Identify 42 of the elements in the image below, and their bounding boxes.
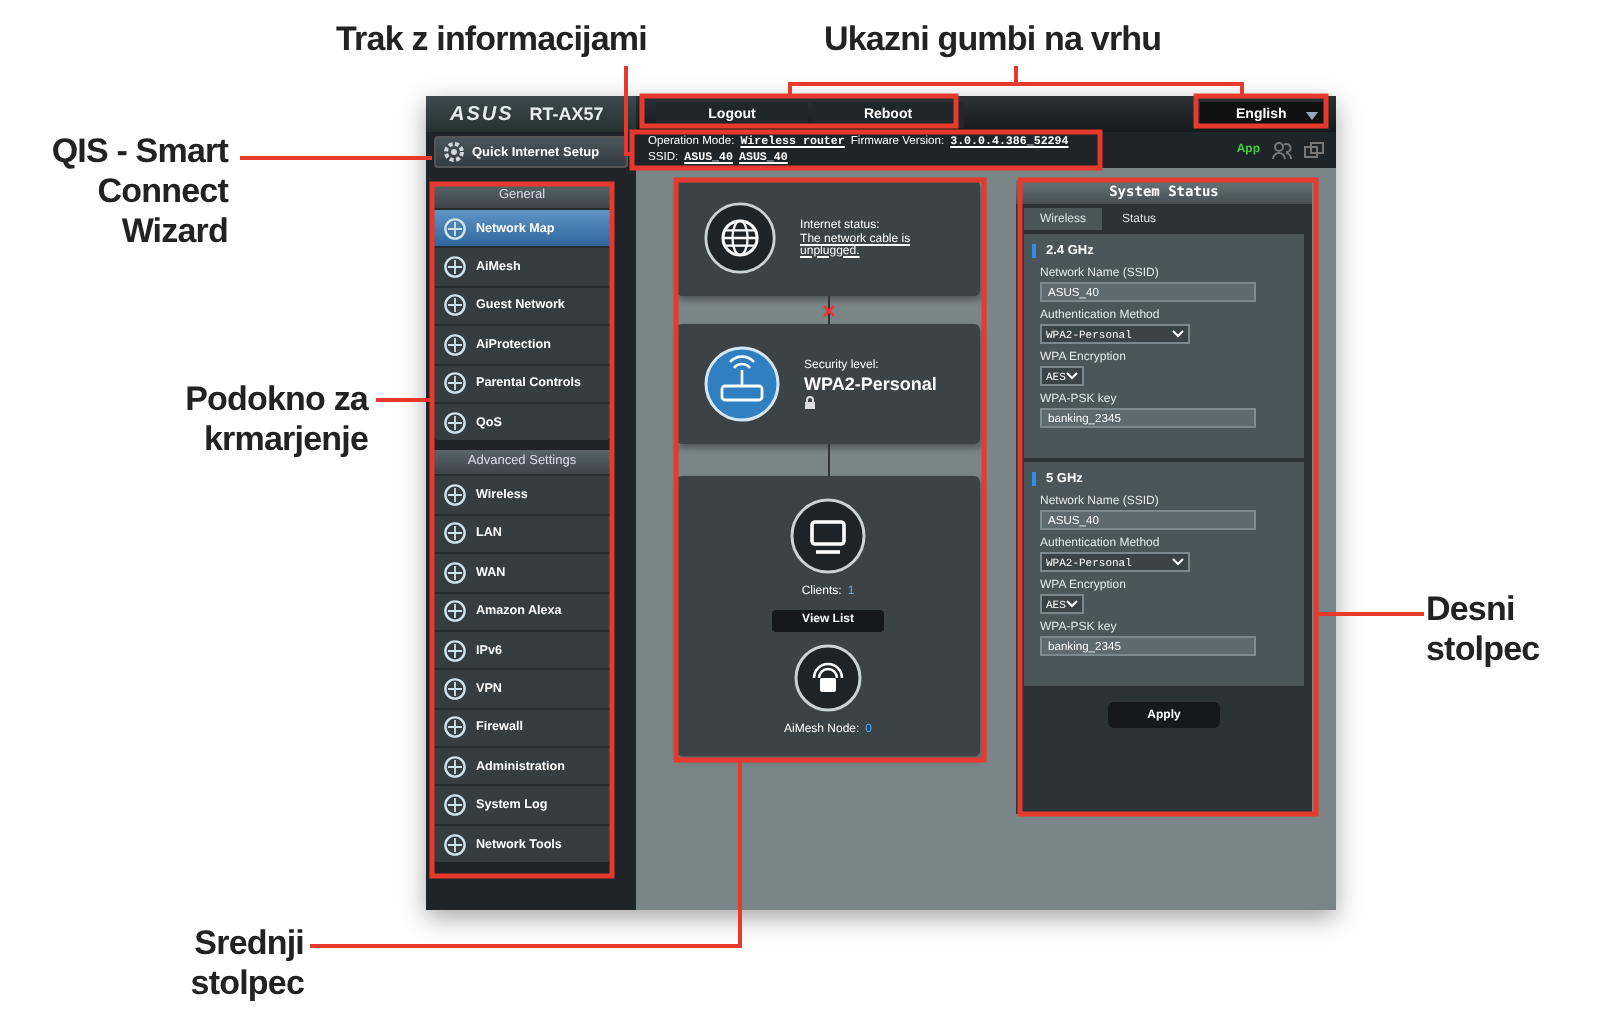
circle-icon <box>442 794 468 817</box>
chevron-icon <box>1172 330 1184 338</box>
circle-icon <box>442 716 468 739</box>
globe-icon[interactable] <box>704 200 777 276</box>
circle-icon <box>442 677 468 700</box>
callout-label: Podokno za krmarjenje <box>183 380 368 460</box>
callout-label: QIS - Smart Connect Wizard <box>49 132 228 252</box>
chevron-icon <box>1066 372 1078 380</box>
circle-icon <box>442 639 468 662</box>
circle-icon <box>442 484 468 507</box>
leader-line <box>1316 612 1424 616</box>
circle-icon <box>442 333 468 356</box>
callout-label: Trak z informacijami <box>336 20 647 60</box>
lock-icon <box>804 395 816 409</box>
mesh-node-icon[interactable] <box>794 643 862 711</box>
circle-icon <box>442 372 468 395</box>
circle-icon <box>442 256 468 279</box>
circle-icon <box>442 411 468 434</box>
brand-logo: ASUS <box>450 103 514 125</box>
callout-label: Desni stolpec <box>1426 590 1542 670</box>
callout-label: Srednji stolpec <box>188 924 304 1004</box>
people-icon[interactable] <box>1272 141 1292 159</box>
chevron-icon <box>1172 558 1184 566</box>
security-level: WPA2-Personal <box>804 373 937 393</box>
gear-icon <box>442 140 466 164</box>
chevron-icon <box>1066 600 1078 608</box>
circle-icon <box>442 561 468 584</box>
router-icon[interactable] <box>704 346 780 422</box>
circle-icon <box>442 294 468 317</box>
windows-icon[interactable] <box>1304 141 1324 159</box>
circle-icon <box>442 755 468 778</box>
leader-line <box>376 398 432 402</box>
highlight-frame <box>1193 93 1329 129</box>
callout-label: Ukazni gumbi na vrhu <box>824 20 1162 60</box>
circle-icon <box>442 600 468 623</box>
circle-icon <box>442 522 468 545</box>
circle-icon <box>442 833 468 856</box>
monitor-icon[interactable] <box>790 497 866 573</box>
caret-icon <box>1306 111 1318 119</box>
circle-icon <box>442 217 468 240</box>
model-name: RT-AX57 <box>529 104 604 124</box>
leader-line <box>624 66 632 156</box>
